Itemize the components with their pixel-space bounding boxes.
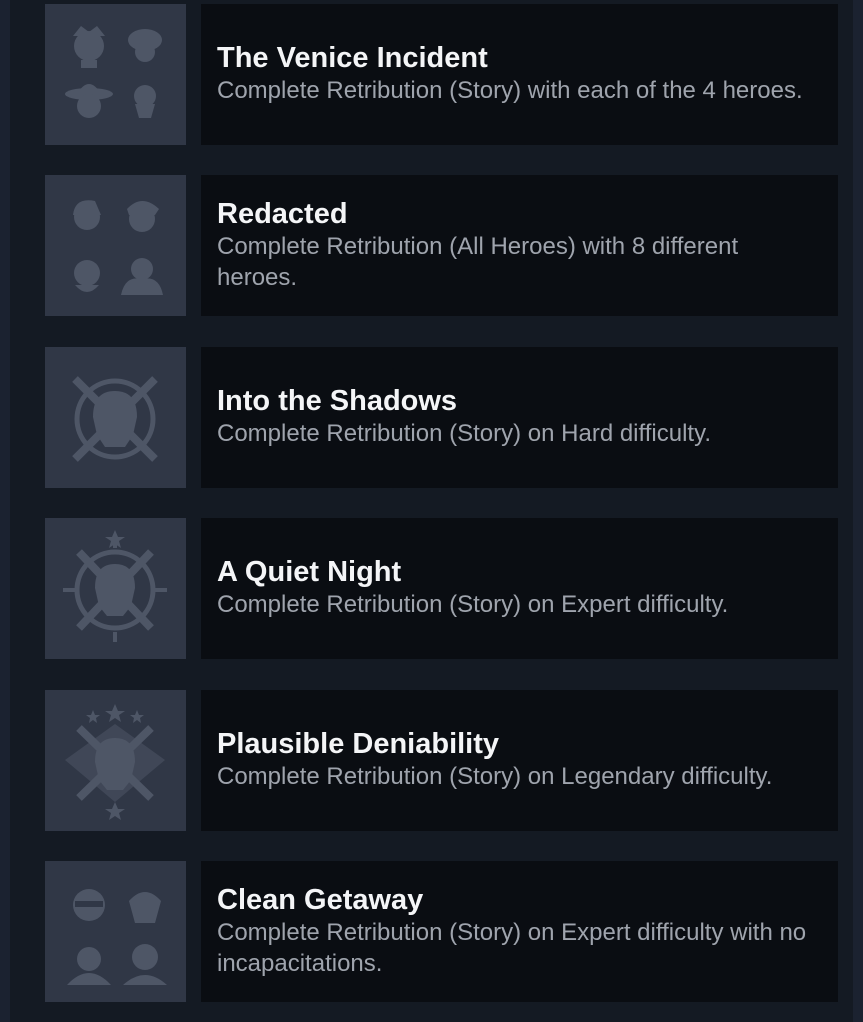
achievement-title: A Quiet Night (217, 556, 402, 588)
achievement-icon-tile (45, 347, 186, 488)
achievement-icon-tile (45, 4, 186, 145)
achievement-row[interactable]: Into the Shadows Complete Retribution (S… (45, 347, 838, 488)
achievement-title: Redacted (217, 197, 348, 230)
achievement-card: A Quiet Night Complete Retribution (Stor… (201, 518, 838, 659)
achievement-row[interactable]: Clean Getaway Complete Retribution (Stor… (45, 861, 838, 1002)
achievement-title: The Venice Incident (217, 42, 488, 74)
achievement-row[interactable]: A Quiet Night Complete Retribution (Stor… (45, 518, 838, 659)
achievement-icon-tile (45, 518, 186, 659)
achievement-row[interactable]: Redacted Complete Retribution (All Heroe… (45, 175, 838, 316)
achievements-panel: The Venice Incident Complete Retribution… (10, 0, 853, 1022)
achievement-description: Complete Retribution (Story) on Expert d… (217, 591, 729, 618)
four-heroes-icon (65, 26, 162, 118)
achievement-card: Redacted Complete Retribution (All Heroe… (201, 175, 838, 316)
hard-skull-swords-icon (72, 376, 158, 462)
achievement-title: Clean Getaway (217, 883, 424, 916)
achievement-row[interactable]: The Venice Incident Complete Retribution… (45, 4, 838, 145)
achievement-description: Complete Retribution (Story) on Hard dif… (217, 420, 711, 447)
achievement-icon-tile (45, 690, 186, 831)
achievement-row[interactable]: Plausible Deniability Complete Retributi… (45, 690, 838, 831)
masked-heroes-icon (67, 889, 167, 985)
achievement-description: Complete Retribution (All Heroes) with 8… (217, 232, 739, 291)
expert-skull-swords-icon (63, 530, 167, 642)
achievement-card: Clean Getaway Complete Retribution (Stor… (201, 861, 838, 1002)
achievement-description: Complete Retribution (Story) on Expert d… (217, 918, 807, 977)
achievement-description: Complete Retribution (Story) with each o… (217, 77, 803, 104)
achievement-card: The Venice Incident Complete Retribution… (201, 4, 838, 145)
achievement-card: Plausible Deniability Complete Retributi… (201, 690, 838, 831)
eight-heroes-icon (73, 200, 163, 295)
achievement-icon-tile (45, 861, 186, 1002)
achievement-card: Into the Shadows Complete Retribution (S… (201, 347, 838, 488)
achievement-title: Into the Shadows (217, 385, 458, 417)
legendary-skull-swords-icon (65, 704, 165, 820)
achievement-title: Plausible Deniability (217, 728, 500, 760)
achievement-description: Complete Retribution (Story) on Legendar… (217, 763, 773, 790)
achievement-icon-tile (45, 175, 186, 316)
